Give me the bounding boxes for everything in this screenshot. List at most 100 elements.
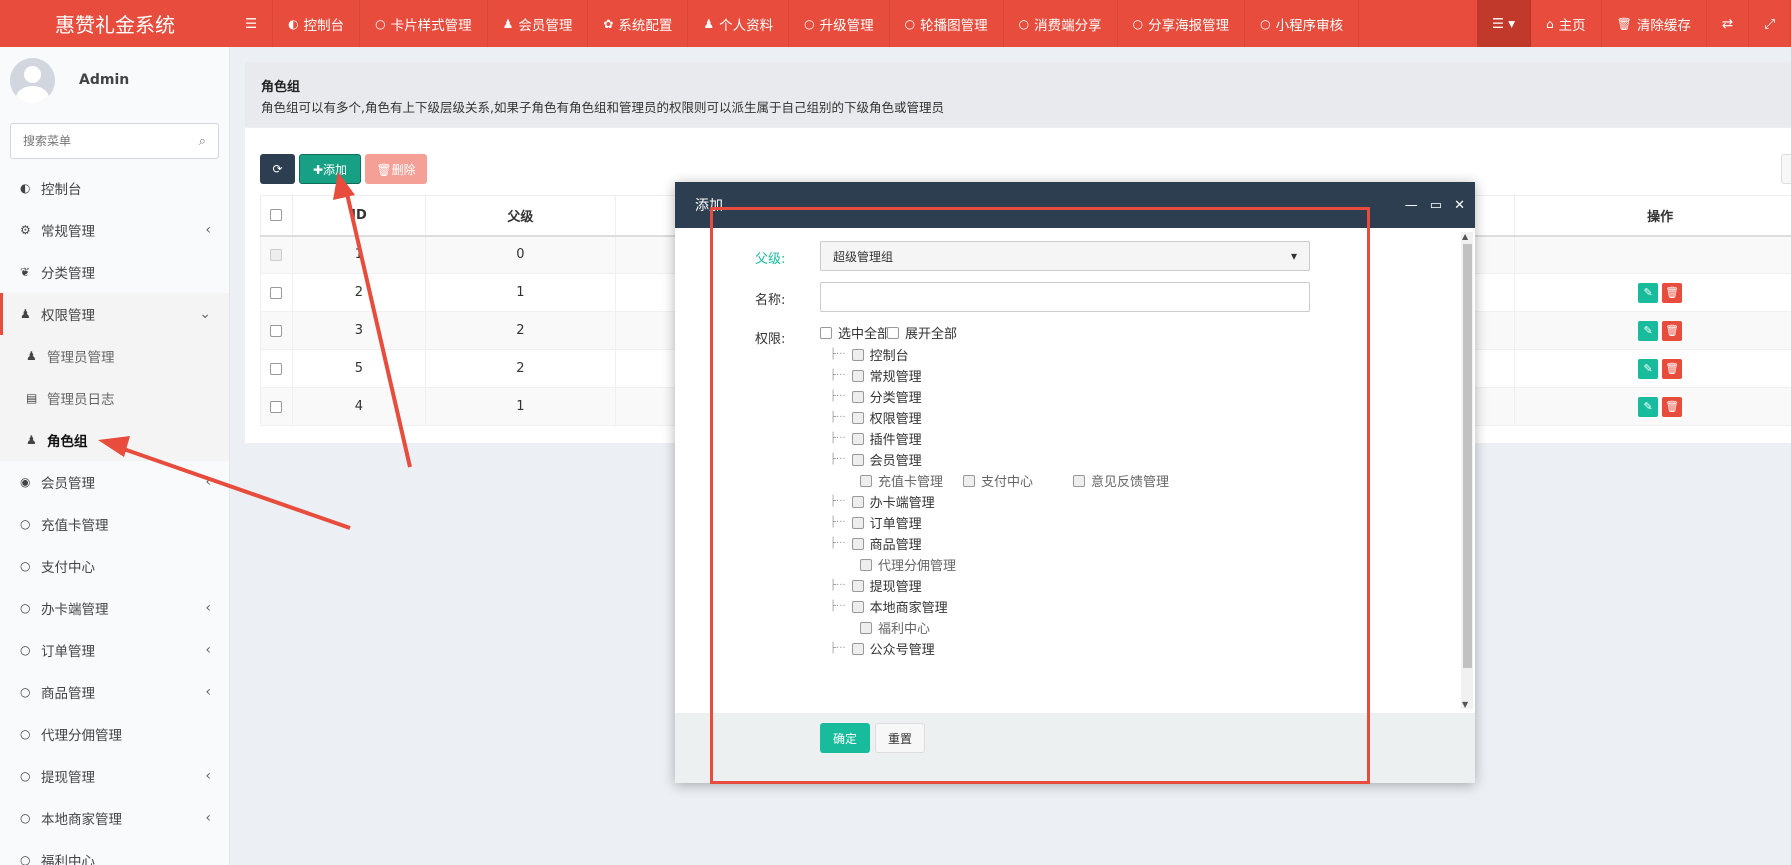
perm-checkbox[interactable]	[851, 642, 864, 655]
perm-tree-node[interactable]: ├··· 本地商家管理	[830, 597, 948, 616]
perm-checkbox[interactable]	[851, 537, 864, 550]
sidebar-item-withdraw[interactable]: ○ 提现管理 ‹	[0, 755, 229, 797]
scroll-down-icon[interactable]: ▼	[1462, 700, 1468, 709]
perm-tree-leaf[interactable]: 支付中心	[963, 471, 1033, 490]
sidebar-item-recharge[interactable]: ○ 充值卡管理	[0, 503, 229, 545]
scroll-up-icon[interactable]: ▲	[1462, 232, 1468, 241]
row-checkbox[interactable]	[270, 400, 283, 413]
clear-cache-button[interactable]: 🗑 清除缓存	[1602, 0, 1707, 47]
perm-checkbox[interactable]	[851, 579, 864, 592]
perm-checkbox[interactable]	[860, 558, 872, 571]
sidebar-item-role-group[interactable]: ♟ 角色组	[0, 419, 229, 461]
delete-row-button[interactable]: 🗑	[1662, 282, 1683, 303]
maximize-icon[interactable]: ▭	[1430, 198, 1442, 213]
columns-button[interactable]: ▤	[1781, 154, 1791, 184]
perm-checkbox[interactable]	[851, 390, 864, 403]
edit-button[interactable]: ✎	[1638, 358, 1659, 379]
perm-checkbox[interactable]	[860, 474, 872, 487]
delete-row-button[interactable]: 🗑	[1662, 396, 1683, 417]
row-checkbox[interactable]	[270, 286, 283, 299]
sidebar-item-welfare[interactable]: ○ 福利中心	[0, 839, 229, 865]
perm-checkbox[interactable]	[851, 348, 864, 361]
close-icon[interactable]: ✕	[1454, 198, 1465, 213]
topnav-item[interactable]: ○ 轮播图管理	[890, 0, 1004, 47]
perm-tree-leaf[interactable]: 充值卡管理	[860, 471, 943, 490]
language-button[interactable]: ⇄	[1707, 0, 1750, 47]
perm-tree-node[interactable]: ├··· 商品管理	[830, 534, 922, 553]
perm-checkbox[interactable]	[851, 516, 864, 529]
expand-all-toggle[interactable]: 展开全部	[887, 323, 957, 342]
name-input[interactable]	[820, 282, 1310, 312]
row-checkbox[interactable]	[270, 362, 283, 375]
confirm-button[interactable]: 确定	[820, 723, 870, 753]
perm-tree-node[interactable]: ├··· 权限管理	[830, 408, 922, 427]
sidebar-item-payment[interactable]: ○ 支付中心	[0, 545, 229, 587]
select-all-cell[interactable]	[260, 195, 293, 237]
topnav-item[interactable]: ♟ 个人资料	[688, 0, 790, 47]
row-checkbox-cell[interactable]	[260, 387, 293, 426]
sidebar-item-goods[interactable]: ○ 商品管理 ‹	[0, 671, 229, 713]
refresh-button[interactable]: ⟳	[260, 154, 295, 184]
scrollbar-thumb[interactable]	[1463, 244, 1472, 668]
perm-tree-node[interactable]: ├··· 控制台	[830, 345, 909, 364]
row-checkbox-cell[interactable]	[260, 311, 293, 350]
perm-checkbox[interactable]	[851, 432, 864, 445]
more-menu-button[interactable]: ☰ ▾	[1476, 0, 1532, 47]
perm-checkbox[interactable]	[851, 600, 864, 613]
perm-tree-node[interactable]: ├··· 常规管理	[830, 366, 922, 385]
sidebar-item-order[interactable]: ○ 订单管理 ‹	[0, 629, 229, 671]
row-checkbox[interactable]	[270, 324, 283, 337]
reset-button[interactable]: 重置	[875, 723, 925, 753]
row-checkbox[interactable]	[270, 248, 283, 261]
topnav-item[interactable]: ○ 小程序审核	[1245, 0, 1360, 47]
topnav-item[interactable]: ○ 分享海报管理	[1118, 0, 1246, 47]
delete-row-button[interactable]: 🗑	[1662, 358, 1683, 379]
topnav-item[interactable]: ○ 升级管理	[789, 0, 890, 47]
sidebar-item-member[interactable]: ◉ 会员管理 ‹	[0, 461, 229, 503]
parent-select[interactable]: 超级管理组 ▾	[820, 241, 1310, 271]
sidebar-toggle-button[interactable]: ☰	[230, 0, 274, 47]
perm-tree-node[interactable]: ├··· 插件管理	[830, 429, 922, 448]
expand-all-checkbox[interactable]	[887, 326, 899, 339]
delete-row-button[interactable]: 🗑	[1662, 320, 1683, 341]
perm-checkbox[interactable]	[851, 411, 864, 424]
search-input[interactable]	[23, 134, 183, 148]
fullscreen-button[interactable]: ⤢	[1749, 0, 1791, 47]
perm-tree-leaf[interactable]: 福利中心	[860, 618, 930, 637]
menu-search[interactable]: ⌕	[10, 123, 219, 159]
sidebar-item-agent[interactable]: ○ 代理分佣管理	[0, 713, 229, 755]
perm-tree-node[interactable]: ├··· 会员管理	[830, 450, 922, 469]
home-link[interactable]: ⌂ 主页	[1531, 0, 1602, 47]
add-button[interactable]: ✚添加	[299, 154, 361, 184]
row-checkbox-cell[interactable]	[260, 349, 293, 388]
sidebar-item-general[interactable]: ⚙ 常规管理 ‹	[0, 209, 229, 251]
perm-checkbox[interactable]	[860, 621, 872, 634]
edit-button[interactable]: ✎	[1638, 320, 1659, 341]
perm-tree-leaf[interactable]: 代理分佣管理	[860, 555, 956, 574]
perm-checkbox[interactable]	[851, 369, 864, 382]
topnav-item[interactable]: ◐ 控制台	[273, 0, 361, 47]
sidebar-item-auth[interactable]: ♟ 权限管理 ⌄	[0, 293, 229, 335]
perm-tree-node[interactable]: ├··· 订单管理	[830, 513, 922, 532]
sidebar-item-admin-log[interactable]: ▤ 管理员日志	[0, 377, 229, 419]
sidebar-item-card-issuer[interactable]: ○ 办卡端管理 ‹	[0, 587, 229, 629]
perm-tree-node[interactable]: ├··· 提现管理	[830, 576, 922, 595]
perm-tree-node[interactable]: ├··· 办卡端管理	[830, 492, 935, 511]
perm-tree-node[interactable]: ├··· 分类管理	[830, 387, 922, 406]
row-checkbox-cell[interactable]	[260, 235, 293, 274]
perm-checkbox[interactable]	[851, 495, 864, 508]
perm-checkbox[interactable]	[963, 474, 975, 487]
select-all-toggle[interactable]: 选中全部	[820, 323, 890, 342]
app-logo[interactable]: 惠赞礼金系统	[0, 0, 230, 47]
perm-checkbox[interactable]	[851, 453, 864, 466]
row-checkbox-cell[interactable]	[260, 273, 293, 312]
edit-button[interactable]: ✎	[1638, 396, 1659, 417]
perm-tree-leaf[interactable]: 意见反馈管理	[1073, 471, 1169, 490]
select-all-checkbox[interactable]	[270, 209, 283, 222]
perm-tree-node[interactable]: ├··· 公众号管理	[830, 639, 935, 658]
sidebar-item-local-merchant[interactable]: ○ 本地商家管理 ‹	[0, 797, 229, 839]
sidebar-item-admin[interactable]: ♟ 管理员管理	[0, 335, 229, 377]
column-header-id[interactable]: ID	[291, 195, 426, 237]
dialog-scrollbar[interactable]: ▲ ▼	[1461, 232, 1473, 709]
select-all-perm-checkbox[interactable]	[820, 326, 832, 339]
